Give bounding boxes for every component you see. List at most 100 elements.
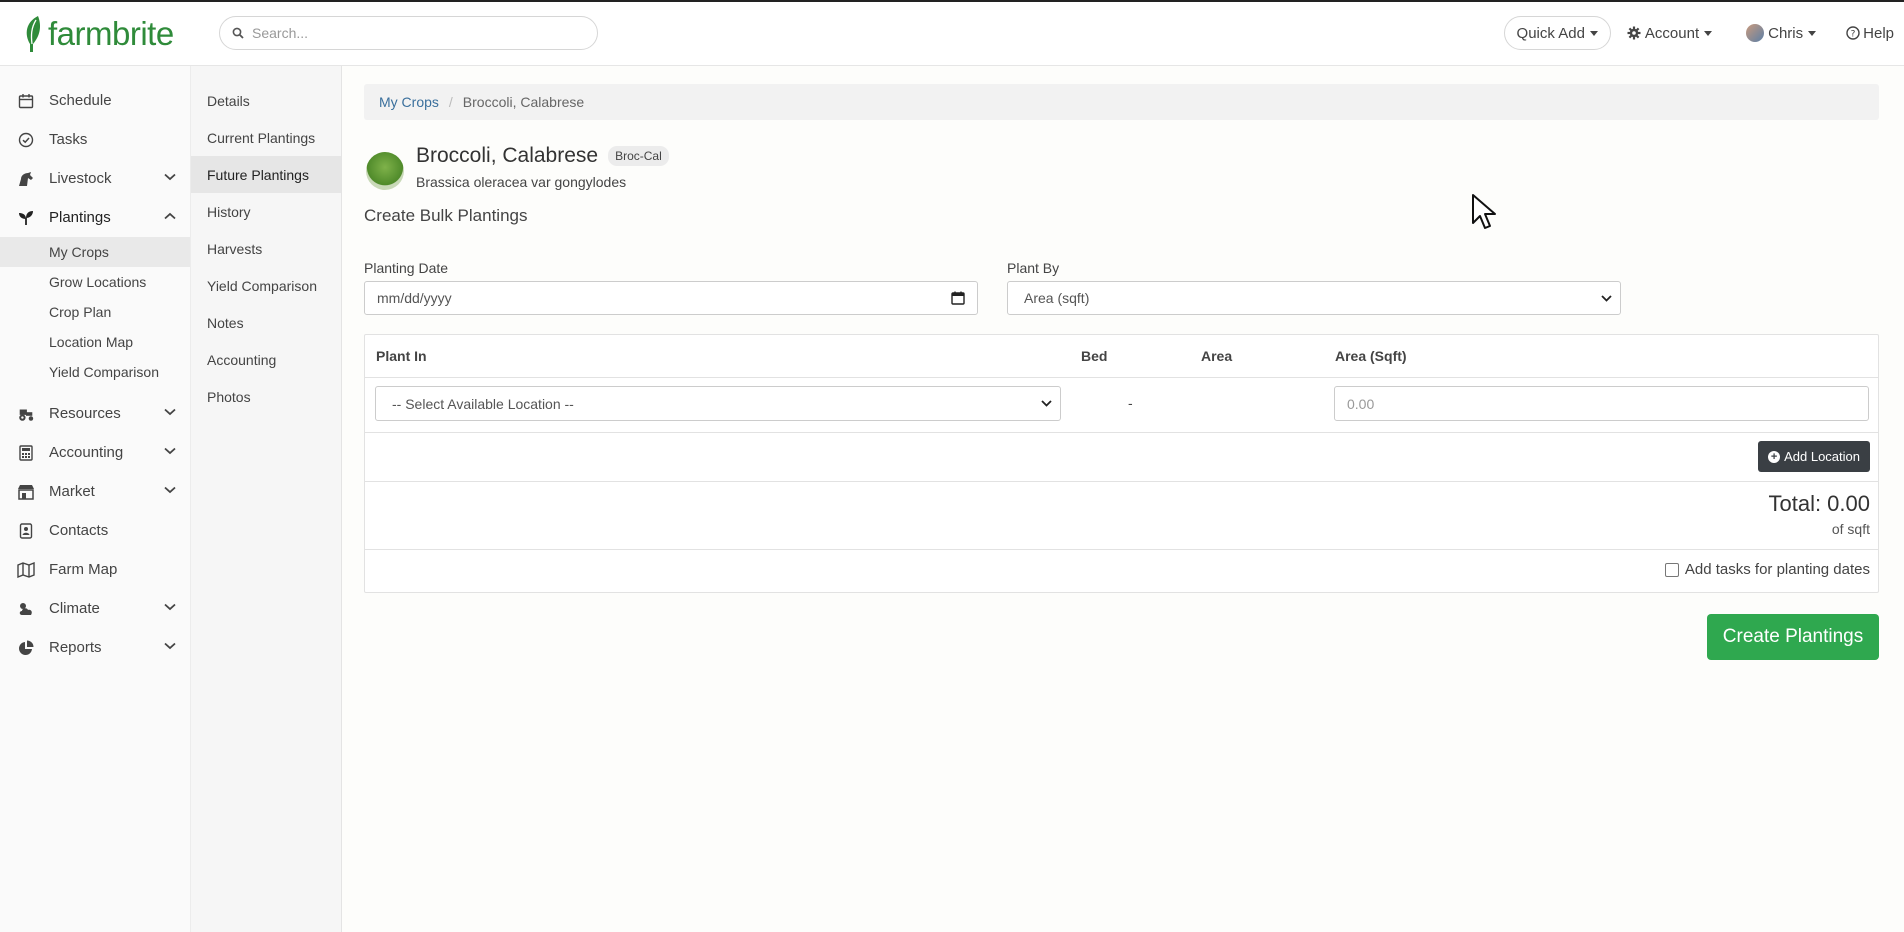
- user-name: Chris: [1768, 24, 1804, 42]
- total-unit: of sqft: [1831, 521, 1870, 537]
- sidebar-label: Reports: [49, 639, 102, 656]
- help-label: Help: [1863, 24, 1894, 42]
- create-plantings-button[interactable]: Create Plantings: [1707, 614, 1879, 660]
- subnav-history[interactable]: History: [191, 193, 341, 230]
- account-menu[interactable]: Account: [1627, 24, 1713, 42]
- sidebar-subitem-yield-comparison[interactable]: Yield Comparison: [0, 357, 190, 387]
- bed-value: -: [1128, 395, 1133, 411]
- sidebar-subitem-crop-plan[interactable]: Crop Plan: [0, 297, 190, 327]
- farmbrite-logo[interactable]: farmbrite: [22, 14, 174, 54]
- sidebar-subitem-location-map[interactable]: Location Map: [0, 327, 190, 357]
- planting-date-label: Planting Date: [364, 260, 449, 276]
- check-circle-icon: [17, 131, 35, 149]
- total-value: Total: 0.00: [1768, 491, 1870, 516]
- chevron-down-icon: [1041, 400, 1052, 407]
- location-select[interactable]: -- Select Available Location --: [375, 386, 1061, 421]
- sidebar-item-contacts[interactable]: Contacts: [0, 511, 190, 550]
- breadcrumb-separator: /: [448, 94, 453, 110]
- question-circle-icon: ?: [1846, 26, 1860, 40]
- mouse-cursor-icon: [1472, 194, 1496, 229]
- table-row: + Add Location: [365, 432, 1878, 482]
- crop-image: [366, 152, 404, 190]
- table-row: -- Select Available Location -- - 0.00: [365, 377, 1878, 433]
- sidebar-item-climate[interactable]: Climate: [0, 589, 190, 628]
- col-bed: Bed: [1081, 348, 1108, 364]
- subnav-future-plantings[interactable]: Future Plantings: [191, 156, 341, 193]
- quick-add-button[interactable]: Quick Add: [1503, 16, 1611, 50]
- sidebar-subitem-grow-locations[interactable]: Grow Locations: [0, 267, 190, 297]
- search-box[interactable]: [219, 16, 598, 50]
- sidebar-item-resources[interactable]: Resources: [0, 394, 190, 433]
- sidebar-label: Schedule: [49, 92, 112, 109]
- add-tasks-checkbox[interactable]: [1664, 562, 1679, 577]
- main-content: My Crops / Broccoli, Calabrese Broccoli,…: [342, 66, 1904, 932]
- plant-by-label: Plant By: [1007, 260, 1060, 276]
- add-tasks-label: Add tasks for planting dates: [1684, 561, 1870, 578]
- map-icon: [17, 561, 35, 579]
- planting-date-input[interactable]: mm/dd/yyyy: [364, 281, 978, 315]
- horse-icon: [17, 170, 35, 188]
- total-summary: Total: 0.00 of sqft: [1768, 491, 1870, 537]
- search-icon: [232, 27, 244, 39]
- chevron-down-icon: [1601, 294, 1612, 302]
- quick-add-label: Quick Add: [1516, 24, 1585, 42]
- search-input[interactable]: [250, 24, 574, 42]
- sidebar-item-schedule[interactable]: Schedule: [0, 81, 190, 120]
- sidebar-item-plantings[interactable]: Plantings: [0, 198, 190, 237]
- gear-icon: [1627, 26, 1641, 40]
- area-sqft-input[interactable]: 0.00: [1334, 386, 1869, 421]
- sidebar-label: Accounting: [49, 444, 124, 461]
- subnav-current-plantings[interactable]: Current Plantings: [191, 119, 341, 156]
- breadcrumb-my-crops-link[interactable]: My Crops: [379, 94, 439, 110]
- col-area-sqft: Area (Sqft): [1335, 348, 1407, 364]
- sidebar-item-reports[interactable]: Reports: [0, 628, 190, 667]
- help-link[interactable]: ? Help: [1846, 25, 1894, 42]
- sidebar-label: Market: [49, 483, 95, 500]
- calculator-icon: [17, 444, 35, 462]
- crop-code-badge: Broc-Cal: [608, 146, 669, 166]
- sidebar-item-market[interactable]: Market: [0, 472, 190, 511]
- subnav-notes[interactable]: Notes: [191, 304, 341, 341]
- top-bar: farmbrite Quick Add Account: [0, 0, 1904, 66]
- date-placeholder: mm/dd/yyyy: [377, 290, 452, 306]
- location-select-value: -- Select Available Location --: [392, 395, 574, 412]
- caret-down-icon: [1808, 30, 1817, 36]
- subnav-yield-comparison[interactable]: Yield Comparison: [191, 267, 341, 304]
- calendar-icon: [951, 291, 965, 305]
- subnav-accounting[interactable]: Accounting: [191, 341, 341, 378]
- chevron-down-icon: [164, 173, 176, 181]
- sidebar-item-livestock[interactable]: Livestock: [0, 159, 190, 198]
- user-menu[interactable]: Chris: [1746, 24, 1817, 42]
- crop-header: Broccoli, Calabrese Broc-Cal Brassica ol…: [366, 144, 669, 190]
- subnav-photos[interactable]: Photos: [191, 378, 341, 415]
- sidebar-subitem-my-crops[interactable]: My Crops: [0, 237, 190, 267]
- crop-title: Broccoli, Calabrese: [416, 144, 599, 167]
- col-plant-in: Plant In: [376, 348, 427, 364]
- add-tasks-option[interactable]: Add tasks for planting dates: [1664, 561, 1870, 578]
- plant-by-select[interactable]: Area (sqft): [1007, 281, 1621, 315]
- table-row: Total: 0.00 of sqft: [365, 481, 1878, 550]
- sidebar-item-tasks[interactable]: Tasks: [0, 120, 190, 159]
- area-sqft-placeholder: 0.00: [1347, 395, 1375, 412]
- add-location-label: Add Location: [1784, 449, 1860, 464]
- breadcrumb-current: Broccoli, Calabrese: [462, 94, 585, 110]
- subnav-harvests[interactable]: Harvests: [191, 230, 341, 267]
- avatar: [1746, 24, 1765, 42]
- table-row: Add tasks for planting dates: [365, 549, 1878, 593]
- sidebar-item-farm-map[interactable]: Farm Map: [0, 550, 190, 589]
- chevron-down-icon: [164, 447, 176, 455]
- leaf-logo-icon: [26, 16, 41, 52]
- breadcrumb: My Crops / Broccoli, Calabrese: [364, 84, 1879, 120]
- table-header: Plant In Bed Area Area (Sqft): [365, 335, 1878, 378]
- main-sidebar: Schedule Tasks Livestock Plantings My Cr…: [0, 66, 191, 932]
- cloud-sun-icon: [17, 600, 35, 618]
- tractor-icon: [17, 405, 35, 423]
- account-label: Account: [1644, 24, 1700, 42]
- chevron-down-icon: [164, 486, 176, 494]
- add-location-button[interactable]: + Add Location: [1758, 441, 1870, 472]
- sidebar-label: Farm Map: [49, 561, 118, 578]
- sidebar-item-accounting[interactable]: Accounting: [0, 433, 190, 472]
- subnav-details[interactable]: Details: [191, 82, 341, 119]
- top-nav: Quick Add Account Chris ? Help: [1503, 16, 1894, 50]
- chevron-up-icon: [164, 212, 176, 220]
